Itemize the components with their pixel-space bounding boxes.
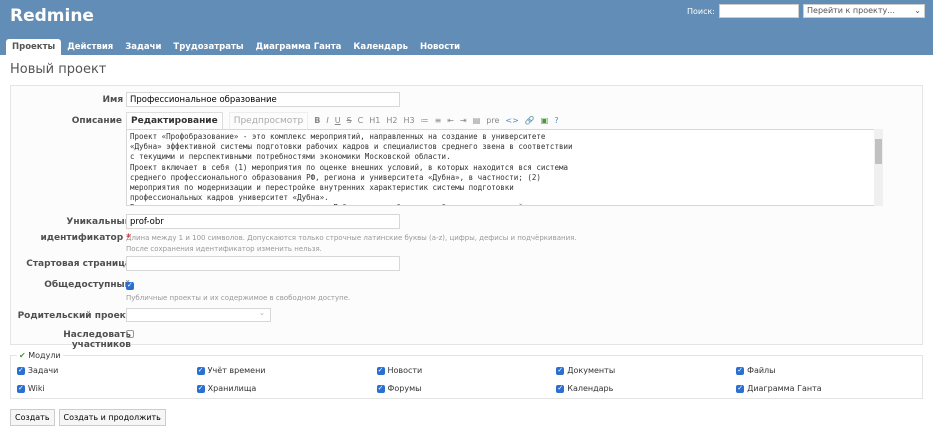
name-input[interactable]: [126, 92, 400, 107]
identifier-hint-2: После сохранения идентификатор изменить …: [126, 245, 322, 253]
identifier-input[interactable]: [126, 214, 400, 229]
parent-label: Родительский проект: [17, 311, 131, 321]
search-input[interactable]: [719, 4, 799, 18]
modules-legend: Модули: [28, 351, 61, 360]
italic-icon[interactable]: I: [326, 116, 328, 125]
inherit-label: Наследовать участников: [63, 330, 131, 350]
header: Redmine Поиск: Перейти к проекту... ⌄ Про…: [0, 0, 933, 55]
image-icon[interactable]: ▣: [541, 116, 549, 125]
description-textarea[interactable]: Проект «Профобразование» - это комплекс …: [126, 129, 883, 206]
create-button[interactable]: Создать: [10, 409, 55, 426]
chevron-down-icon: ⌄: [914, 6, 921, 15]
name-label: Имя: [102, 95, 124, 105]
module-files[interactable]: Файлы: [736, 366, 916, 376]
editor-toolbar: Редактирование Предпросмотр B I U S C H1…: [126, 112, 883, 129]
project-jump-select[interactable]: Перейти к проекту... ⌄: [803, 4, 925, 18]
module-time[interactable]: Учёт времени: [196, 366, 377, 376]
bold-icon[interactable]: B: [314, 116, 320, 125]
identifier-label-1: Уникальный: [66, 217, 131, 227]
module-repository[interactable]: Хранилища: [196, 384, 377, 394]
inherit-checkbox[interactable]: [126, 330, 134, 338]
wiki-link-icon[interactable]: 🔗: [525, 116, 535, 125]
module-wiki[interactable]: Wiki: [17, 384, 197, 394]
ordered-list-icon[interactable]: ≡: [435, 116, 442, 125]
parent-select[interactable]: ⌄: [126, 308, 271, 322]
page-title: Новый проект: [10, 62, 107, 77]
tab-news[interactable]: Новости: [414, 39, 466, 55]
public-hint: Публичные проекты и их содержимое в своб…: [126, 294, 351, 302]
tab-issues[interactable]: Задачи: [119, 39, 167, 55]
h1-icon[interactable]: H1: [369, 116, 380, 125]
tab-calendar[interactable]: Календарь: [347, 39, 414, 55]
description-label: Описание: [71, 116, 122, 126]
create-continue-button[interactable]: Создать и продолжить: [58, 409, 166, 426]
homepage-label: Стартовая страница: [26, 259, 131, 269]
modules-fieldset: ✔ Модули Задачи Учёт времени Новости Док…: [10, 351, 923, 399]
module-documents[interactable]: Документы: [556, 366, 736, 376]
unordered-list-icon[interactable]: ≔: [421, 116, 429, 125]
homepage-input[interactable]: [126, 256, 400, 271]
identifier-label-2: идентификатор: [40, 233, 124, 243]
pre-icon[interactable]: pre: [486, 116, 499, 125]
tab-time[interactable]: Трудозатраты: [167, 39, 249, 55]
check-icon[interactable]: ✔: [19, 351, 26, 360]
code-icon[interactable]: C: [358, 116, 364, 125]
table-icon[interactable]: ▤: [473, 116, 481, 125]
logo[interactable]: Redmine: [10, 6, 94, 26]
module-news[interactable]: Новости: [376, 366, 557, 376]
public-label: Общедоступный: [44, 280, 131, 290]
strike-icon[interactable]: S: [347, 116, 352, 125]
preview-tab[interactable]: Предпросмотр: [228, 112, 309, 129]
link-icon[interactable]: <>: [505, 116, 518, 125]
edit-tab[interactable]: Редактирование: [126, 112, 223, 129]
module-forums[interactable]: Форумы: [376, 384, 557, 394]
identifier-hint: Длина между 1 и 100 символов. Допускаютс…: [126, 234, 577, 242]
outdent-icon[interactable]: ⇤: [447, 116, 454, 125]
h2-icon[interactable]: H2: [386, 116, 397, 125]
underline-icon[interactable]: U: [335, 116, 341, 125]
indent-icon[interactable]: ⇥: [460, 116, 467, 125]
h3-icon[interactable]: H3: [403, 116, 414, 125]
tab-projects[interactable]: Проекты: [6, 39, 62, 55]
public-checkbox[interactable]: [126, 281, 134, 290]
search-label: Поиск:: [686, 6, 715, 16]
module-issues[interactable]: Задачи: [17, 366, 197, 376]
project-jump-label: Перейти к проекту...: [807, 6, 895, 15]
tab-gantt[interactable]: Диаграмма Ганта: [250, 39, 348, 55]
scrollbar[interactable]: [874, 129, 883, 206]
tab-activity[interactable]: Действия: [61, 39, 119, 55]
module-calendar[interactable]: Календарь: [556, 384, 736, 394]
module-gantt[interactable]: Диаграмма Ганта: [736, 384, 916, 394]
help-icon[interactable]: ?: [554, 116, 558, 125]
project-form: Имя * Описание Редактирование Предпросмо…: [10, 85, 923, 350]
